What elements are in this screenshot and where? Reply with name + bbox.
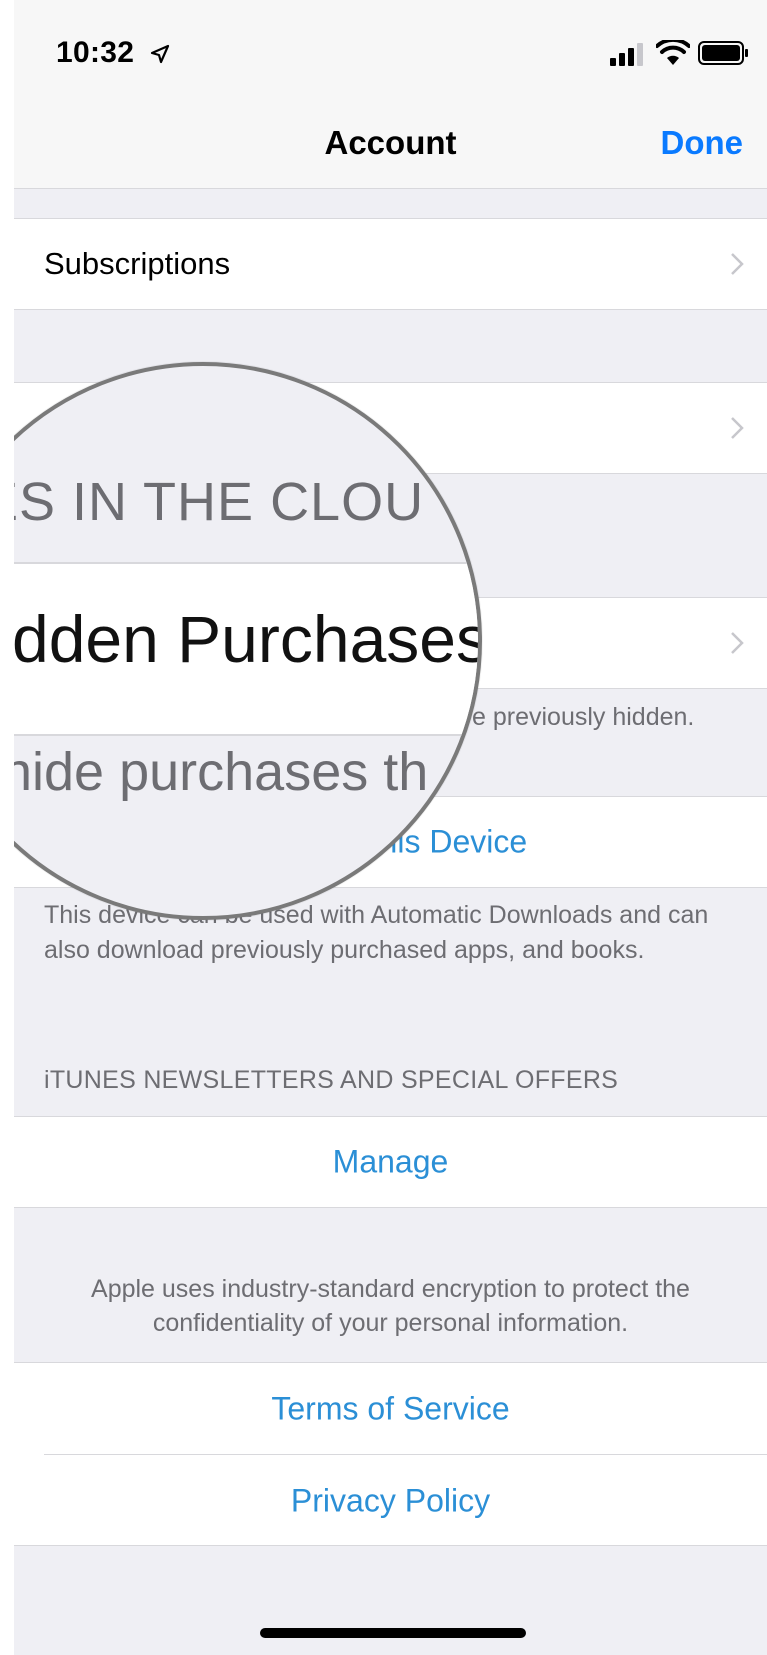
- chevron-right-icon: [731, 417, 744, 439]
- page-title: Account: [324, 124, 457, 161]
- account-screen: 10:32 Account Done Subscriptions e previ…: [14, 0, 767, 1655]
- subscriptions-row[interactable]: Subscriptions: [14, 218, 767, 310]
- status-time: 10:32: [56, 36, 135, 69]
- status-bar: 10:32: [14, 0, 767, 110]
- magnified-footer-text: hide purchases th: [14, 742, 429, 802]
- terms-row[interactable]: Terms of Service: [14, 1363, 767, 1455]
- hidden-purchases-footer: e previously hidden.: [472, 703, 695, 731]
- chevron-right-icon: [731, 253, 744, 275]
- encryption-note: Apple uses industry-standard encryption …: [91, 1275, 690, 1337]
- legal-links-group: Terms of Service Privacy Policy: [14, 1362, 767, 1546]
- newsletters-section-header: iTUNES NEWSLETTERS AND SPECIAL OFFERS: [44, 1066, 619, 1094]
- manage-link[interactable]: Manage: [14, 1144, 767, 1181]
- location-arrow-icon: [150, 44, 170, 64]
- privacy-policy-link[interactable]: Privacy Policy: [14, 1483, 767, 1520]
- magnified-section-header: UNES IN THE CLOU: [14, 472, 425, 532]
- home-indicator[interactable]: [260, 1628, 526, 1638]
- manage-row[interactable]: Manage: [14, 1116, 767, 1208]
- chevron-right-icon: [731, 632, 744, 654]
- navigation-bar: Account Done: [14, 110, 767, 189]
- cellular-signal-icon: [610, 43, 643, 66]
- wifi-icon: [656, 40, 690, 65]
- subscriptions-label: Subscriptions: [44, 246, 231, 281]
- magnified-hidden-purchases-label: dden Purchases: [14, 602, 482, 676]
- terms-of-service-link[interactable]: Terms of Service: [14, 1391, 767, 1428]
- battery-icon: [698, 41, 748, 65]
- done-button[interactable]: Done: [661, 124, 744, 162]
- privacy-row[interactable]: Privacy Policy: [14, 1455, 767, 1547]
